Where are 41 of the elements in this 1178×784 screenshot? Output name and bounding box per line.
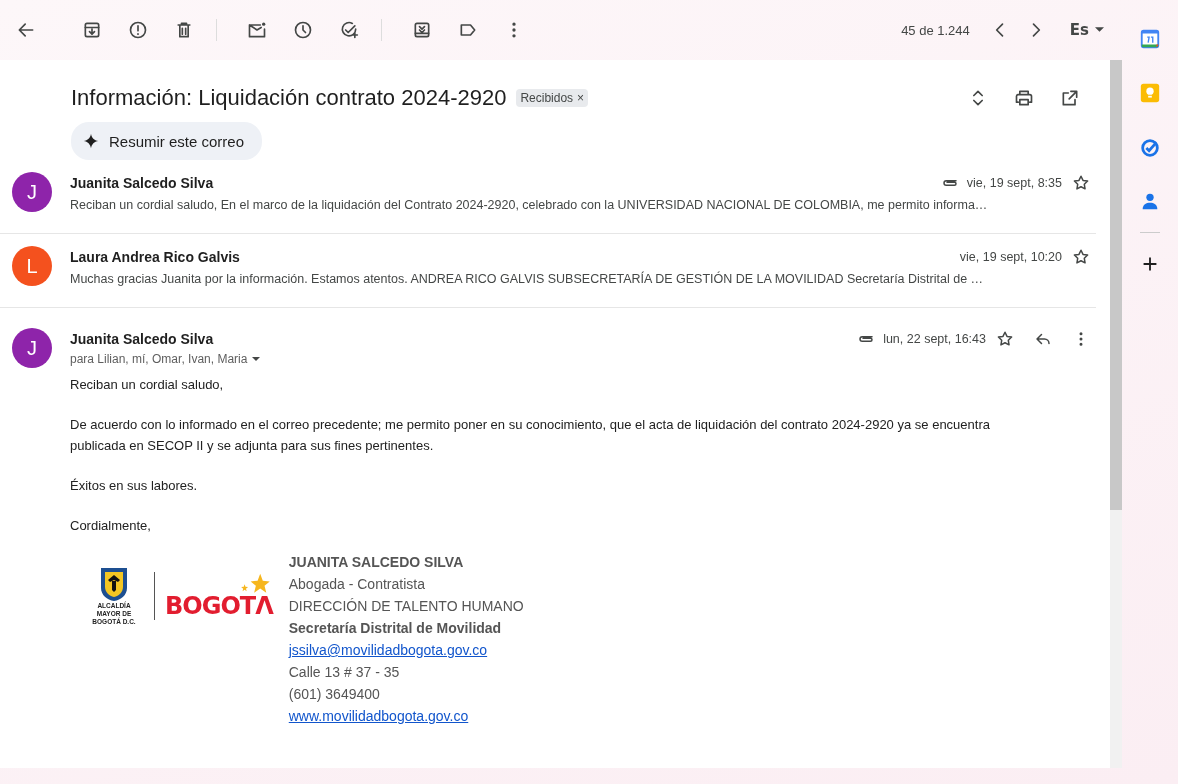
message-date: vie, 19 sept, 10:20 — [959, 250, 1062, 264]
task-check-icon[interactable] — [1139, 136, 1161, 158]
signature-link[interactable]: jssilva@movilidadbogota.gov.co — [288, 639, 488, 661]
sender-name: Juanita Salcedo Silva — [70, 331, 214, 347]
sparkle-icon — [83, 133, 99, 149]
body-paragraph: Reciban un cordial saludo, — [70, 376, 225, 394]
body-paragraph: De acuerdo con lo informado en el correo precedente; me permito poner en su conocimiento, que el acta de liquidación del contrato 2024-2920 ya se encuentra publicada en SECOP II y se adjunta para sus fines pertinentes. — [70, 416, 991, 455]
email-subject: Información: Liquidación contrato 2024-2920 — [71, 85, 507, 111]
remove-label-button[interactable]: × — [577, 91, 585, 105]
sender-name: Laura Andrea Rico Galvis — [70, 249, 240, 265]
message-date: vie, 19 sept, 8:35 — [966, 176, 1062, 190]
message-row[interactable]: L Laura Andrea Rico Galvis vie, 19 sept, 10:20 Muchas gracias Juanita por la información. Estamos atentos. ANDREA RICO GALVIS SUBSECRETARÍA DE GESTIÓN DE LA MOVILIDAD Secretaría Distrital de … — [8, 234, 1096, 307]
input-tools-button[interactable]: Es — [1061, 17, 1112, 43]
caret-icon — [252, 356, 261, 362]
message-snippet: Reciban un cordial saludo, En el marco de la liquidación del Contrato 2024-2920, celebrado con la UNIVERSIDAD NACIONAL DE COLOMBIA, me permito informa… — [70, 197, 989, 212]
signature-line: Calle 13 # 37 - 35 — [288, 663, 401, 682]
signature-line: Secretaría Distrital de Movilidad — [288, 619, 503, 638]
message-row[interactable]: J Juanita Salcedo Silva vie, 19 sept, 8:35 Reciban un cordial saludo, En el marco de la liquidación del Contrato 2024-2920, celebrado con la UNIVERSIDAD NACIONAL DE COLOMBIA, me permito informa… — [8, 160, 1096, 233]
sender-name: Juanita Salcedo Silva — [70, 175, 214, 191]
message-snippet: Muchas gracias Juanita por la información. Estamos atentos. ANDREA RICO GALVIS SUBSECRETARÍA DE GESTIÓN DE LA MOVILIDAD Secretaría Distrital de … — [70, 270, 985, 286]
coat-of-arms-icon — [99, 566, 129, 602]
logo-wordmark: BOGOTΛ — [165, 592, 273, 620]
signature-line: JUANITA SALCEDO SILVA — [288, 553, 465, 572]
scrollbar-thumb[interactable] — [1110, 60, 1122, 510]
message-date: lun, 22 sept, 16:43 — [883, 332, 986, 346]
signature-line: DIRECCIÓN DE TALENTO HUMANO — [288, 597, 524, 616]
signature-link[interactable]: www.movilidadbogota.gov.co — [288, 705, 469, 727]
sender-avatar: J — [12, 172, 52, 212]
signature-line: (601) 3649400 — [288, 685, 381, 704]
sender-avatar: L — [12, 246, 52, 286]
summarize-button[interactable]: Resumir este correo — [71, 122, 263, 160]
recipients-dropdown[interactable]: para Lilian, mí, Omar, Ivan, Maria — [70, 352, 261, 366]
sender-avatar: J — [12, 328, 52, 368]
scrollbar[interactable] — [1110, 60, 1122, 768]
body-paragraph: Éxitos en sus labores. — [70, 477, 199, 495]
calendar-icon[interactable] — [1139, 28, 1161, 50]
body-paragraph: Cordialmente, — [70, 517, 152, 535]
signature-line: Abogada - Contratista — [288, 575, 426, 594]
message-counter: 45 de 1.244 — [901, 22, 970, 38]
caret-icon — [1095, 27, 1104, 33]
label-chip: Recibidos × — [516, 89, 589, 107]
